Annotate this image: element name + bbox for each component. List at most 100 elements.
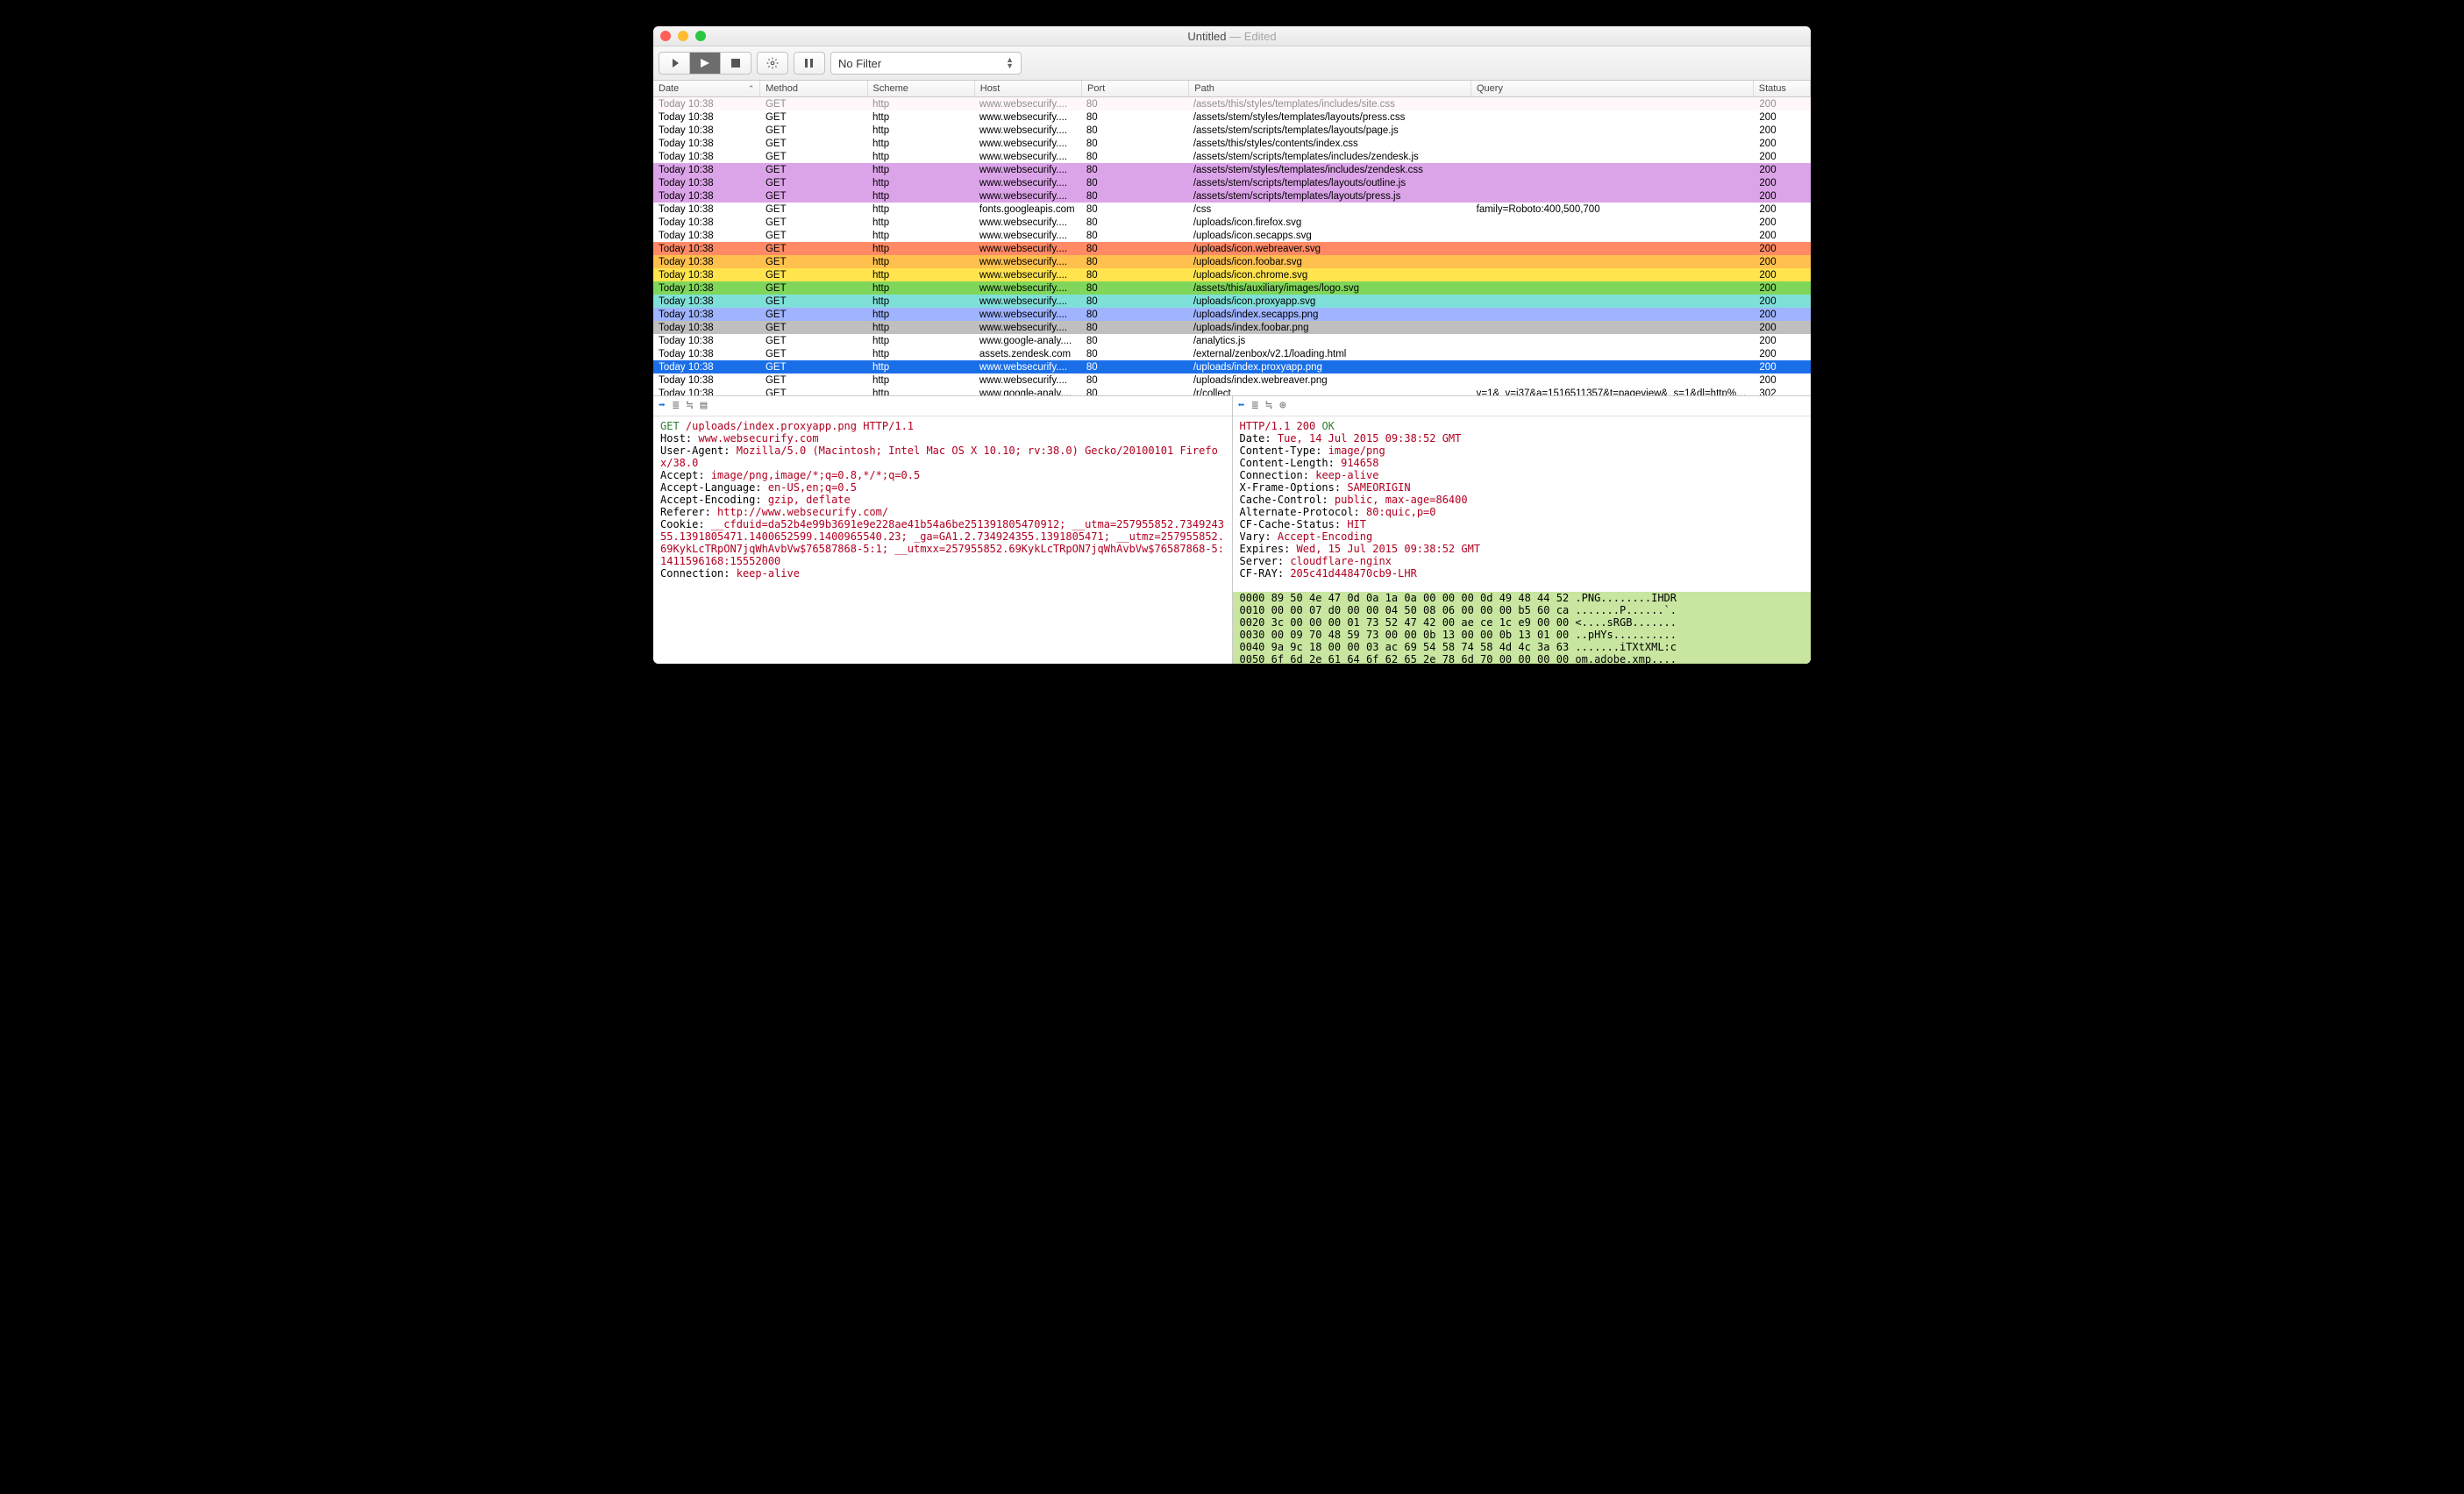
col-query[interactable]: Query — [1471, 81, 1754, 96]
response-body[interactable]: HTTP/1.1 200 OKDate: Tue, 14 Jul 2015 09… — [1233, 416, 1812, 664]
cell: GET — [760, 152, 867, 162]
cell: www.websecurify.... — [974, 270, 1081, 281]
cell: GET — [760, 375, 867, 386]
titlebar: Untitled — Edited — [653, 26, 1811, 46]
cell: 80 — [1081, 309, 1188, 320]
settings-button[interactable] — [757, 52, 788, 75]
cell: assets.zendesk.com — [974, 349, 1081, 359]
cell: GET — [760, 125, 867, 136]
arrow-left-icon[interactable]: ⬅ — [1238, 400, 1245, 412]
cell: www.websecurify.... — [974, 165, 1081, 175]
cell: 200 — [1754, 270, 1811, 281]
cell: 200 — [1754, 244, 1811, 254]
cell: GET — [760, 309, 867, 320]
table-row[interactable]: Today 10:38GEThttpwww.websecurify....80/… — [653, 137, 1811, 150]
cell: /uploads/icon.webreaver.svg — [1188, 244, 1471, 254]
cell: /uploads/icon.secapps.svg — [1188, 231, 1471, 241]
arrow-right-icon[interactable]: ➡ — [659, 400, 666, 412]
table-row[interactable]: Today 10:38GEThttpwww.websecurify....80/… — [653, 255, 1811, 268]
cell: GET — [760, 296, 867, 307]
cell: 80 — [1081, 99, 1188, 110]
col-scheme[interactable]: Scheme — [868, 81, 975, 96]
col-host[interactable]: Host — [975, 81, 1082, 96]
table-row[interactable]: Today 10:38GEThttpwww.websecurify....80/… — [653, 124, 1811, 137]
cell: 80 — [1081, 112, 1188, 123]
cell: http — [867, 125, 974, 136]
request-body[interactable]: GET /uploads/index.proxyapp.png HTTP/1.1… — [653, 416, 1232, 583]
tree-icon[interactable]: ≒ — [687, 400, 694, 412]
table-row[interactable]: Today 10:38GEThttpwww.websecurify....80/… — [653, 150, 1811, 163]
cell: www.websecurify.... — [974, 152, 1081, 162]
cell: 80 — [1081, 231, 1188, 241]
cell: Today 10:38 — [653, 375, 760, 386]
play-button[interactable] — [690, 52, 721, 75]
list-icon[interactable]: ≣ — [673, 400, 680, 412]
cell: 200 — [1754, 165, 1811, 175]
cell: www.websecurify.... — [974, 178, 1081, 189]
cell: family=Roboto:400,500,700 — [1471, 204, 1755, 215]
table-row[interactable]: Today 10:38GEThttpwww.websecurify....80/… — [653, 110, 1811, 124]
table-row[interactable]: Today 10:38GEThttpwww.google-analy....80… — [653, 387, 1811, 395]
response-pane-toolbar: ⬅ ≣ ≒ ⊕ — [1233, 396, 1812, 416]
table-row[interactable]: Today 10:38GEThttpwww.websecurify....80/… — [653, 216, 1811, 229]
cell: 80 — [1081, 191, 1188, 202]
toolbar: No Filter ▲▼ — [653, 46, 1811, 81]
table-row[interactable]: Today 10:38GEThttpwww.websecurify....80/… — [653, 308, 1811, 321]
pause-button[interactable] — [794, 52, 825, 75]
cell: /external/zenbox/v2.1/loading.html — [1188, 349, 1471, 359]
col-path[interactable]: Path — [1189, 81, 1471, 96]
table-row[interactable]: Today 10:38GEThttpwww.websecurify....80/… — [653, 295, 1811, 308]
cell: /assets/stem/scripts/templates/includes/… — [1188, 152, 1471, 162]
col-method[interactable]: Method — [760, 81, 867, 96]
table-row[interactable]: Today 10:38GEThttpfonts.googleapis.com80… — [653, 203, 1811, 216]
cell: 80 — [1081, 362, 1188, 373]
cell: /analytics.js — [1188, 336, 1471, 346]
table-row[interactable]: Today 10:38GEThttpwww.websecurify....80/… — [653, 321, 1811, 334]
table-row[interactable]: Today 10:38GEThttpwww.websecurify....80/… — [653, 268, 1811, 281]
cell: Today 10:38 — [653, 283, 760, 294]
table-row[interactable]: Today 10:38GEThttpassets.zendesk.com80/e… — [653, 347, 1811, 360]
table-row[interactable]: Today 10:38GEThttpwww.websecurify....80/… — [653, 176, 1811, 189]
cell: /uploads/icon.foobar.svg — [1188, 257, 1471, 267]
table-body[interactable]: Today 10:38GEThttpwww.websecurify....80/… — [653, 97, 1811, 395]
cell: www.websecurify.... — [974, 257, 1081, 267]
table-row[interactable]: Today 10:38GEThttpwww.websecurify....80/… — [653, 360, 1811, 374]
table-row[interactable]: Today 10:38GEThttpwww.google-analy....80… — [653, 334, 1811, 347]
cell: www.websecurify.... — [974, 231, 1081, 241]
cell: Today 10:38 — [653, 178, 760, 189]
cell: /uploads/index.webreaver.png — [1188, 375, 1471, 386]
stop-button[interactable] — [721, 52, 751, 75]
page-icon[interactable]: ▤ — [700, 400, 707, 412]
tree-icon[interactable]: ≒ — [1265, 400, 1272, 412]
table-row[interactable]: Today 10:38GEThttpwww.websecurify....80/… — [653, 189, 1811, 203]
table-row[interactable]: Today 10:38GEThttpwww.websecurify....80/… — [653, 229, 1811, 242]
cell: 80 — [1081, 375, 1188, 386]
cell: www.websecurify.... — [974, 283, 1081, 294]
cell: www.websecurify.... — [974, 296, 1081, 307]
table-row[interactable]: Today 10:38GEThttpwww.websecurify....80/… — [653, 97, 1811, 110]
col-port[interactable]: Port — [1082, 81, 1189, 96]
cell: www.google-analy.... — [974, 336, 1081, 346]
table-row[interactable]: Today 10:38GEThttpwww.websecurify....80/… — [653, 242, 1811, 255]
cell: http — [867, 362, 974, 373]
cell: http — [867, 178, 974, 189]
cell: 200 — [1754, 296, 1811, 307]
cell: www.websecurify.... — [974, 139, 1081, 149]
cell: 200 — [1754, 336, 1811, 346]
cell: GET — [760, 99, 867, 110]
step-button[interactable] — [659, 52, 690, 75]
col-status[interactable]: Status — [1754, 81, 1811, 96]
filter-select[interactable]: No Filter ▲▼ — [830, 52, 1022, 75]
cell: /assets/this/styles/contents/index.css — [1188, 139, 1471, 149]
col-date[interactable]: Date⌃ — [653, 81, 760, 96]
cell: http — [867, 244, 974, 254]
table-row[interactable]: Today 10:38GEThttpwww.websecurify....80/… — [653, 163, 1811, 176]
globe-icon[interactable]: ⊕ — [1279, 400, 1286, 412]
table-row[interactable]: Today 10:38GEThttpwww.websecurify....80/… — [653, 281, 1811, 295]
list-icon[interactable]: ≣ — [1251, 400, 1258, 412]
table-row[interactable]: Today 10:38GEThttpwww.websecurify....80/… — [653, 374, 1811, 387]
cell: Today 10:38 — [653, 362, 760, 373]
request-table: Date⌃ Method Scheme Host Port Path Query… — [653, 81, 1811, 396]
cell: 302 — [1754, 388, 1811, 396]
cell: http — [867, 165, 974, 175]
